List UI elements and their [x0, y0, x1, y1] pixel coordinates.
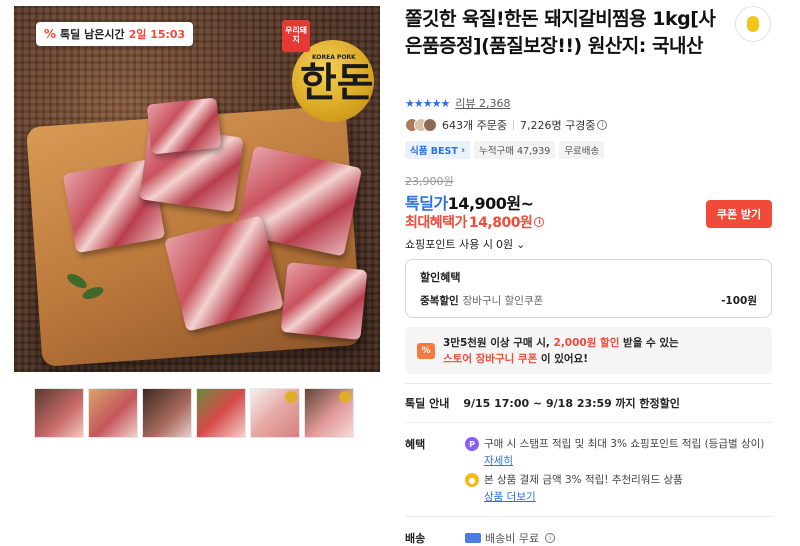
flash-deal-info: 톡딜 안내 9/15 17:00 ~ 9/18 23:59 까지 한정할인 — [405, 395, 680, 411]
coupon-banner-text: 3만5천원 이상 구매 시, 2,000원 할인 받을 수 있는 스토어 장바구… — [443, 336, 679, 365]
thumbnail[interactable] — [34, 388, 84, 438]
logo-mark-icon — [285, 391, 297, 403]
info-icon[interactable]: i — [545, 533, 556, 543]
discount-box: 할인혜택 중복할인 장바구니 할인쿠폰 -100원 — [405, 259, 772, 318]
shopping-point-toggle[interactable]: 쇼핑포인트 사용 시 0원 ⌄ — [405, 236, 525, 252]
brand-logo: 우리돼지 한돈 KOREA PORK — [282, 20, 378, 124]
coupon-percent-icon: % — [417, 342, 435, 359]
product-title: 쫄깃한 육질!한돈 돼지갈비찜용 1kg[사은품증정](품질보장!!) 원산지:… — [405, 8, 716, 57]
divider — [512, 120, 514, 130]
tag-list: 식품 BEST › 누적구매 47,939 무료배송 — [405, 141, 605, 159]
avatar-group — [405, 118, 437, 132]
shipping-value: 배송비 무료 i — [465, 530, 556, 546]
rating-row: ★★★★★ 리뷰 2,368 — [405, 95, 511, 111]
tag-cumulative: 누적구매 47,939 — [474, 141, 556, 159]
benefit-label: 혜택 — [405, 438, 426, 451]
discount-row-detail: 장바구니 할인쿠폰 — [462, 295, 544, 307]
benefit-item-stamp: P 구매 시 스탬프 적립 및 최대 3% 쇼핑포인트 적립 (등급별 상이) … — [465, 436, 774, 470]
max-benefit-value: 14,800원 — [468, 215, 533, 231]
discount-row-amount: -100원 — [721, 295, 757, 307]
info-icon[interactable]: i — [597, 120, 608, 130]
shipping-fee: 배송비 무료 — [485, 532, 540, 545]
thumbnail[interactable] — [304, 388, 354, 438]
more-products-link[interactable]: 상품 더보기 — [484, 491, 536, 503]
share-button[interactable] — [735, 6, 771, 42]
chevron-down-icon: ⌄ — [516, 237, 526, 251]
star-rating-icon: ★★★★★ — [405, 96, 450, 110]
thumbnail-strip — [34, 388, 354, 438]
timer-remaining: 2일 15:03 — [128, 28, 186, 41]
point-icon: P — [465, 437, 479, 451]
orders-count: 643개 주문중 — [442, 119, 507, 132]
store-coupon-banner[interactable]: % 3만5천원 이상 구매 시, 2,000원 할인 받을 수 있는 스토어 장… — [405, 327, 772, 374]
original-price: 23,900원 — [405, 175, 454, 188]
thumbnail[interactable] — [142, 388, 192, 438]
logo-mark-icon — [339, 391, 351, 403]
logo-sub-text: KOREA PORK — [312, 54, 356, 61]
sale-price-label: 톡딜가 — [405, 194, 448, 213]
tag-best[interactable]: 식품 BEST › — [405, 141, 471, 159]
percent-icon: % — [44, 27, 57, 41]
share-icon — [747, 16, 759, 32]
shopping-point-label: 쇼핑포인트 사용 시 — [405, 238, 493, 251]
deal-timer-badge: % 톡딜 남은시간 2일 15:03 — [36, 22, 194, 46]
benefit-detail-link[interactable]: 자세히 — [484, 455, 513, 467]
activity-stats: 643개 주문중 7,226명 구경중 i — [405, 117, 608, 133]
benefit-item-text: 구매 시 스탬프 적립 및 최대 3% 쇼핑포인트 적립 (등급별 상이) — [484, 438, 765, 450]
discount-row: 중복할인 장바구니 할인쿠폰 -100원 — [420, 293, 757, 308]
thumbnail[interactable] — [196, 388, 246, 438]
benefit-item-text: 본 상품 결제 금액 3% 적립! 추천리워드 상품 — [484, 474, 683, 486]
sale-price: 톡딜가14,900원~ — [405, 190, 534, 214]
thumbnail[interactable] — [88, 388, 138, 438]
thumbnail[interactable] — [250, 388, 300, 438]
max-benefit-price: 최대혜택가 14,800원 i — [405, 212, 545, 232]
section-divider — [405, 383, 772, 384]
discount-row-label: 중복할인 — [420, 295, 459, 307]
shipping-label: 배송 — [405, 532, 426, 545]
section-divider — [405, 516, 772, 517]
section-divider — [405, 422, 772, 423]
shopping-point-value: 0원 — [495, 238, 514, 251]
product-main-image[interactable]: % 톡딜 남은시간 2일 15:03 우리돼지 한돈 KOREA PORK — [14, 6, 380, 372]
logo-stamp: 우리돼지 — [282, 20, 310, 52]
flash-deal-suffix: 까지 한정할인 — [615, 397, 680, 410]
avatar — [423, 118, 437, 132]
meat-piece — [280, 262, 368, 340]
coupon-download-button[interactable]: 쿠폰 받기 — [706, 200, 772, 228]
tag-free-shipping: 무료배송 — [559, 141, 605, 159]
review-link[interactable]: 리뷰 2,368 — [455, 95, 510, 111]
benefit-item-reward: ● 본 상품 결제 금액 3% 적립! 추천리워드 상품상품 더보기 — [465, 472, 774, 506]
timer-label: 톡딜 남은시간 — [60, 28, 125, 41]
discount-header: 할인혜택 — [420, 271, 461, 284]
max-benefit-label: 최대혜택가 — [405, 215, 467, 231]
info-icon[interactable]: i — [534, 217, 545, 227]
flash-deal-period: 9/15 17:00 ~ 9/18 23:59 — [463, 397, 612, 410]
reward-coin-icon: ● — [465, 473, 479, 487]
sale-price-value: 14,900원~ — [447, 194, 534, 213]
flash-deal-label: 톡딜 안내 — [405, 397, 450, 410]
viewers-count: 7,226명 구경중 — [519, 119, 596, 132]
truck-icon — [465, 533, 481, 543]
meat-piece — [146, 97, 222, 155]
